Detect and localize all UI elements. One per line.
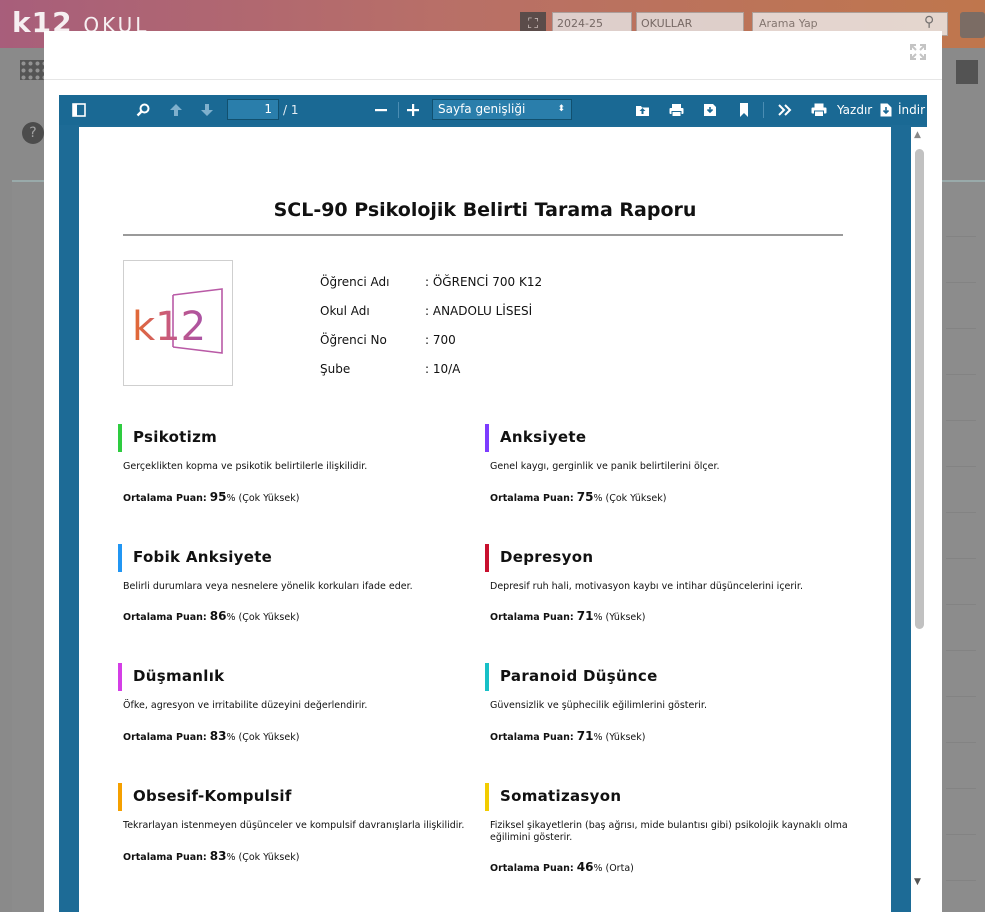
section-title: Anksiyete — [500, 428, 587, 446]
modal-header — [44, 31, 942, 80]
report-modal: 1 / 1 Sayfa genişliği ⬍ Yazdır İndir SCL… — [44, 31, 942, 912]
title-divider — [123, 234, 843, 236]
section-title: Somatizasyon — [500, 787, 622, 805]
section-score: Ortalama Puan: 86% (Çok Yüksek) — [123, 609, 300, 623]
report-title: SCL-90 Psikolojik Belirti Tarama Raporu — [273, 199, 697, 221]
section-score: Ortalama Puan: 83% (Çok Yüksek) — [123, 849, 300, 863]
section-title: Düşmanlık — [133, 667, 225, 685]
section-color-bar — [118, 424, 122, 452]
section-title: Fobik Anksiyete — [133, 548, 273, 566]
app-table-rows — [946, 236, 976, 906]
section-description: Tekrarlayan istenmeyen düşünceler ve kom… — [123, 820, 465, 831]
next-page-icon[interactable] — [195, 95, 219, 125]
save-icon[interactable] — [698, 95, 722, 125]
info-value: : 10/A — [425, 362, 461, 376]
info-label: Öğrenci Adı — [320, 275, 390, 289]
section-color-bar — [485, 663, 489, 691]
apps-grid-icon[interactable] — [20, 60, 44, 80]
section-score: Ortalama Puan: 95% (Çok Yüksek) — [123, 490, 300, 504]
previous-page-icon[interactable] — [164, 95, 188, 125]
updown-caret-icon: ⬍ — [557, 104, 565, 114]
section-color-bar — [485, 424, 489, 452]
bookmark-icon[interactable] — [732, 95, 756, 125]
section-color-bar — [118, 663, 122, 691]
print-icon[interactable] — [808, 95, 830, 125]
section-title: Depresyon — [500, 548, 594, 566]
info-value: : ANADOLU LİSESİ — [425, 304, 533, 318]
info-label: Şube — [320, 362, 351, 376]
find-icon[interactable] — [131, 95, 155, 125]
section-description: Genel kaygı, gerginlik ve panik belirtil… — [490, 461, 720, 472]
sidebar-toggle-icon[interactable] — [67, 95, 91, 125]
section-color-bar — [118, 783, 122, 811]
scrollbar-thumb[interactable] — [915, 149, 924, 629]
scroll-up-icon[interactable]: ▲ — [914, 130, 921, 140]
info-label: Okul Adı — [320, 304, 370, 318]
section-title: Obsesif-Kompulsif — [133, 787, 292, 805]
toolbar-separator — [398, 102, 399, 118]
section-score: Ortalama Puan: 75% (Çok Yüksek) — [490, 490, 667, 504]
section-color-bar — [485, 783, 489, 811]
section-score: Ortalama Puan: 46% (Orta) — [490, 860, 634, 874]
svg-text:k12: k12 — [132, 304, 206, 350]
zoom-out-icon[interactable] — [370, 95, 392, 125]
page-total: / 1 — [283, 103, 299, 117]
zoom-in-icon[interactable] — [402, 95, 424, 125]
pdf-toolbar: 1 / 1 Sayfa genişliği ⬍ Yazdır İndir — [59, 95, 927, 125]
section-description: Belirli durumlara veya nesnelere yönelik… — [123, 581, 413, 592]
info-value: : 700 — [425, 333, 456, 347]
more-tools-icon[interactable] — [773, 95, 797, 125]
open-file-icon[interactable] — [630, 95, 654, 125]
section-score: Ortalama Puan: 71% (Yüksek) — [490, 609, 646, 623]
section-description: Depresif ruh hali, motivasyon kaybı ve i… — [490, 581, 803, 592]
download-icon[interactable] — [877, 95, 895, 125]
section-description: Güvensizlik ve şüphecilik eğilimlerini g… — [490, 700, 707, 711]
section-title: Paranoid Düşünce — [500, 667, 658, 685]
section-description: Fiziksel şikayetlerin (baş ağrısı, mide … — [490, 820, 848, 843]
school-logo: k12 — [123, 260, 233, 386]
zoom-select[interactable]: Sayfa genişliği ⬍ — [432, 99, 572, 120]
document-icon[interactable] — [956, 60, 978, 84]
page-number-input[interactable]: 1 — [227, 99, 279, 120]
section-score: Ortalama Puan: 83% (Çok Yüksek) — [123, 729, 300, 743]
section-score: Ortalama Puan: 71% (Yüksek) — [490, 729, 646, 743]
print-button[interactable]: Yazdır — [837, 95, 872, 125]
expand-icon[interactable] — [908, 43, 928, 63]
print-icon[interactable] — [664, 95, 688, 125]
pdf-page: SCL-90 Psikolojik Belirti Tarama Raporu … — [79, 127, 891, 912]
section-title: Psikotizm — [133, 428, 218, 446]
info-label: Öğrenci No — [320, 333, 387, 347]
toolbar-separator — [763, 102, 764, 118]
gear-icon[interactable] — [960, 12, 985, 38]
section-description: Gerçeklikten kopma ve psikotik belirtile… — [123, 461, 368, 472]
section-color-bar — [118, 544, 122, 572]
scroll-down-icon[interactable]: ▼ — [914, 877, 921, 887]
help-icon[interactable]: ? — [22, 122, 44, 144]
pdf-scrollbar[interactable]: ▲ ▼ — [911, 127, 927, 912]
k12-logo-icon: k12 — [132, 288, 223, 354]
section-description: Öfke, agresyon ve irritabilite düzeyini … — [123, 700, 368, 711]
download-button[interactable]: İndir — [898, 95, 925, 125]
search-icon[interactable]: ⚲ — [924, 14, 934, 30]
info-value: : ÖĞRENCİ 700 K12 — [425, 275, 543, 289]
pdf-viewer: 1 / 1 Sayfa genişliği ⬍ Yazdır İndir SCL… — [59, 95, 927, 912]
section-color-bar — [485, 544, 489, 572]
